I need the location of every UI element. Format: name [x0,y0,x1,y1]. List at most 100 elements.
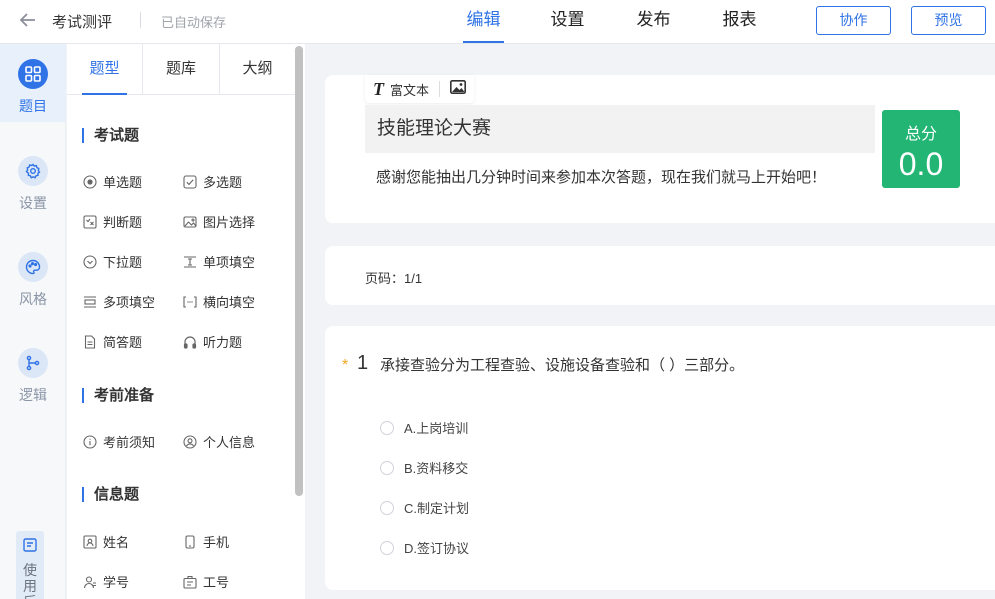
total-score-value: 0.0 [898,146,944,182]
app-title: 考试测评 [52,14,113,31]
multi-fill-icon [83,295,97,309]
qtype-name[interactable]: 姓名 [83,532,129,551]
qtype-true-false[interactable]: 判断题 [83,212,142,231]
page-card: 页码：1/1 [325,246,995,305]
qtype-exam-notice[interactable]: 考前须知 [83,432,155,451]
nav-settings[interactable]: 设置 [549,0,586,44]
rich-text-toolbar: T 富文本 [365,75,475,103]
headphone-icon [183,335,197,349]
qtype-image-choice[interactable]: 图片选择 [183,212,255,231]
total-score-badge: 总分 0.0 [882,110,960,188]
radio-icon [83,174,97,189]
radio-button[interactable] [380,420,394,435]
question-text[interactable]: 承接查验分为工程查验、设施设备查验和（ ）三部分。 [380,354,750,377]
rail-item-logic[interactable]: 逻辑 [0,348,66,405]
info-icon [83,434,97,449]
radio-button[interactable] [380,460,394,475]
qtype-personal-info[interactable]: 个人信息 [183,432,255,451]
id-card-icon [83,534,97,549]
question-type-panel: 题型 题库 大纲 考试题 单选题 多选题 判断题 图片选择 下拉题 单项填空 多… [67,44,305,599]
phone-icon [183,534,197,549]
radio-button[interactable] [380,540,394,555]
rail-label: 题目 [19,98,47,114]
panel-tabs: 题型 题库 大纲 [67,44,295,95]
qtype-employee-id[interactable]: 工号 [183,572,229,591]
insert-image-icon[interactable] [450,79,467,99]
page-indicator: 页码：1/1 [365,271,423,286]
qtype-phone[interactable]: 手机 [183,532,229,551]
left-rail: 题目 设置 风格 逻辑 使用后 [0,44,66,599]
exam-header-card: T 富文本 技能理论大赛 感谢您能抽出几分钟时间来参加本次答题，现在我们就马上开… [325,75,995,223]
user-circle-icon [183,434,197,449]
panel-scrollbar[interactable] [295,46,303,496]
qtype-label: 单选题 [103,175,143,190]
tab-outline[interactable]: 大纲 [220,44,295,95]
qtype-label: 个人信息 [203,435,256,450]
tab-question-bank[interactable]: 题库 [143,44,219,95]
qtype-multi-fill[interactable]: 多项填空 [83,292,155,311]
preview-button[interactable]: 预览 [911,6,986,35]
section-title-pre-exam: 考前准备 [82,388,154,403]
option-c[interactable]: C.制定计划 [380,498,469,517]
qtype-label: 多项填空 [103,295,156,310]
edit-note-icon [23,538,37,552]
qtype-horizontal-fill[interactable]: 横向填空 [183,292,255,311]
qtype-multi-choice[interactable]: 多选题 [183,172,242,191]
exam-welcome-text[interactable]: 感谢您能抽出几分钟时间来参加本次答题，现在我们就马上开始吧！ [376,166,826,187]
radio-button[interactable] [380,500,394,515]
rich-text-button[interactable]: 富文本 [390,80,429,99]
option-d[interactable]: D.签订协议 [380,538,469,557]
nav-report[interactable]: 报表 [721,0,758,44]
qtype-label: 简答题 [103,335,143,350]
option-label: B.资料移交 [404,461,469,476]
branch-icon [18,348,48,378]
nav-publish[interactable]: 发布 [635,0,672,44]
total-score-label: 总分 [904,126,937,143]
qtype-label: 单项填空 [203,255,256,270]
qtype-student-id[interactable]: 学号 [83,572,129,591]
rail-item-settings[interactable]: 设置 [0,156,66,213]
tab-question-types[interactable]: 题型 [82,44,127,95]
horizontal-fill-icon [183,295,197,309]
usage-guide-tab[interactable]: 使用后 [16,531,44,599]
qtype-short-answer[interactable]: 简答题 [83,332,142,351]
qtype-label: 手机 [203,535,230,550]
qtype-label: 图片选择 [203,215,256,230]
judge-icon [83,214,97,229]
qtype-label: 听力题 [203,335,243,350]
qtype-label: 多选题 [203,175,243,190]
checkbox-icon [183,174,197,189]
collaborate-button[interactable]: 协作 [816,6,891,35]
question-card[interactable]: * 1 承接查验分为工程查验、设施设备查验和（ ）三部分。 A.上岗培训 B.资… [325,326,995,590]
qtype-listening[interactable]: 听力题 [183,332,242,351]
grid-icon [18,59,48,89]
option-b[interactable]: B.资料移交 [380,458,468,477]
question-number: 1 [357,352,369,374]
option-a[interactable]: A.上岗培训 [380,418,468,437]
rail-item-questions[interactable]: 题目 [0,59,66,116]
gear-icon [18,156,48,186]
qtype-label: 工号 [203,575,230,590]
section-title-exam: 考试题 [82,128,139,143]
option-label: C.制定计划 [404,501,470,516]
qtype-label: 学号 [103,575,130,590]
document-icon [83,334,97,349]
divider [140,12,141,28]
section-title-info: 信息题 [82,487,139,502]
qtype-label: 考前须知 [103,435,156,450]
qtype-dropdown[interactable]: 下拉题 [83,252,142,271]
nav-edit[interactable]: 编辑 [463,0,504,44]
image-icon [183,215,197,229]
qtype-label: 横向填空 [203,295,256,310]
fill-icon [183,255,197,269]
text-format-icon[interactable]: T [373,79,384,100]
qtype-label: 姓名 [103,535,130,550]
back-arrow-icon[interactable] [18,10,42,34]
qtype-single-choice[interactable]: 单选题 [83,172,142,191]
toolbar-divider [439,81,441,97]
rail-item-style[interactable]: 风格 [0,252,66,309]
rail-label: 风格 [19,291,47,307]
autosave-status: 已自动保存 [161,15,227,30]
exam-title-input[interactable]: 技能理论大赛 [365,105,875,153]
qtype-single-fill[interactable]: 单项填空 [183,252,255,271]
